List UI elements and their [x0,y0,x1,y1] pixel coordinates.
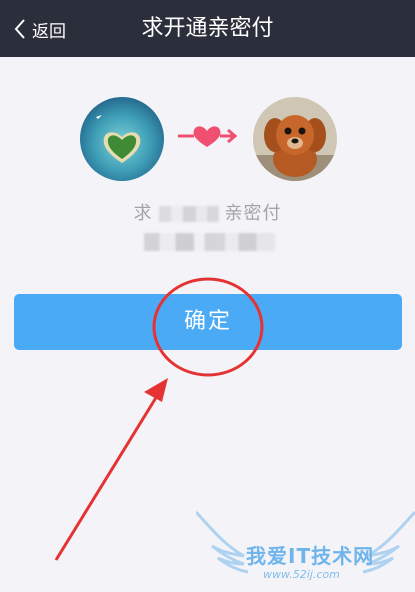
heart-arrow-icon [178,126,238,147]
request-text: 求 亲密付 [0,199,415,225]
blurred-nickname [158,206,219,222]
friend-avatar [253,97,337,181]
confirm-button[interactable]: 确定 [14,294,402,350]
watermark-url: www.52ij.com [263,568,340,581]
request-suffix: 亲密付 [224,203,282,224]
pointer-arrow [54,395,159,561]
request-prefix: 求 [133,203,153,224]
navbar: 返回 求开通亲密付 [0,0,415,57]
watermark-text: 我爱IT技术网 [246,544,375,568]
page-title: 求开通亲密付 [141,16,274,41]
user-avatar [80,97,164,181]
blurred-account [144,233,275,251]
arrowhead [144,378,168,402]
